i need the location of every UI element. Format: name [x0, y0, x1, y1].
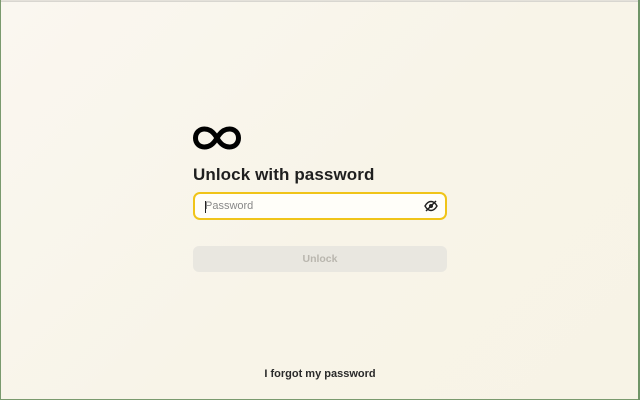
password-input[interactable] — [195, 194, 445, 218]
infinity-icon — [193, 126, 241, 150]
eye-off-icon[interactable] — [424, 200, 438, 212]
window-border — [1, 1, 638, 2]
unlock-window: Unlock with password Unlock I forgot my … — [1, 0, 638, 399]
text-caret — [205, 201, 206, 213]
password-field-container[interactable] — [193, 192, 447, 220]
page-title: Unlock with password — [193, 165, 375, 184]
forgot-password-link[interactable]: I forgot my password — [1, 368, 639, 380]
unlock-button[interactable]: Unlock — [193, 246, 447, 272]
